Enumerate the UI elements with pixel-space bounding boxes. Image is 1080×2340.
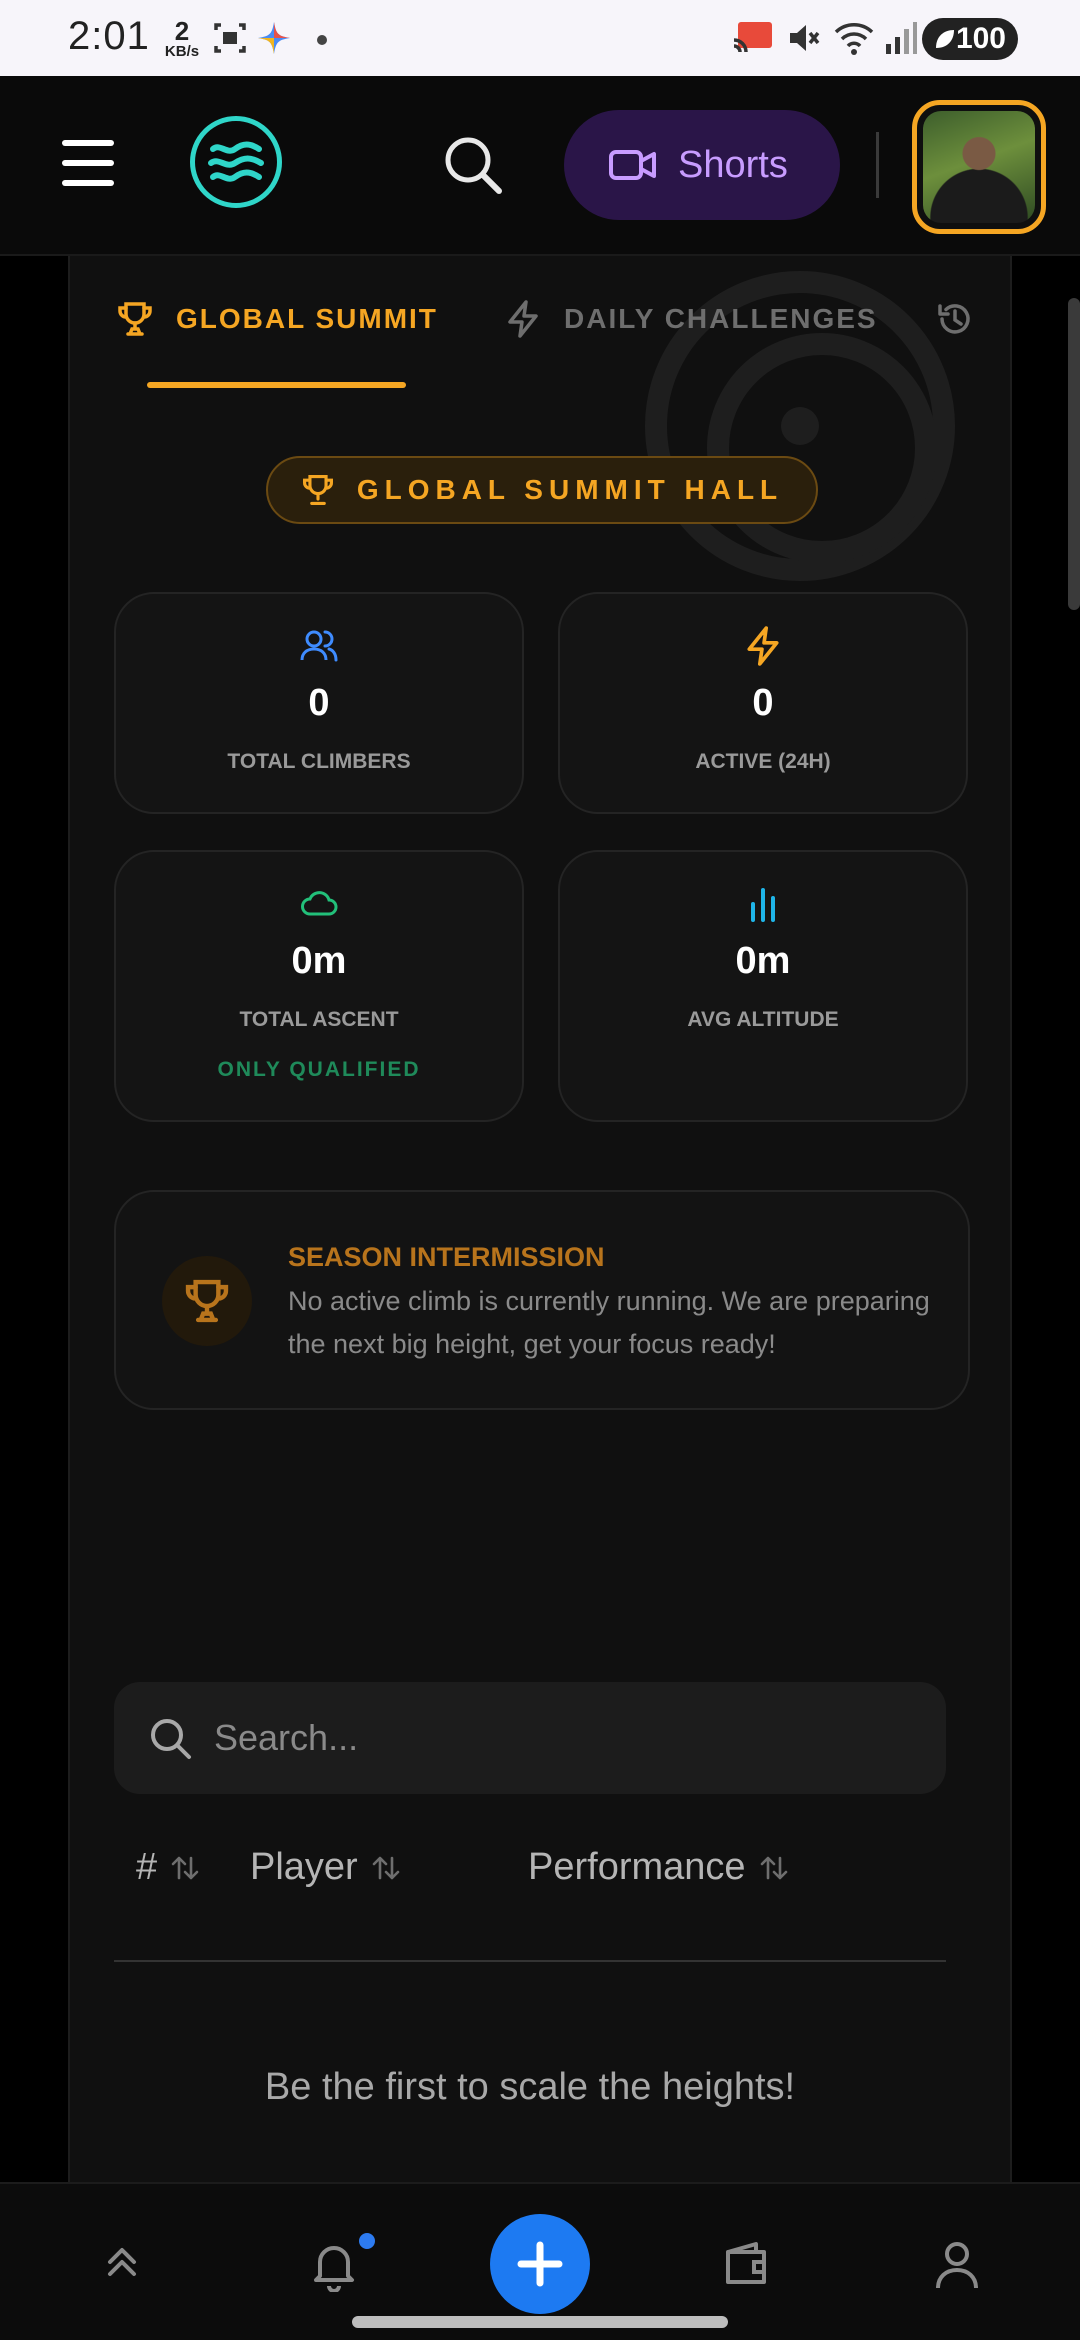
chevrons-up-icon[interactable]: [100, 2240, 144, 2284]
bell-icon[interactable]: [310, 2240, 358, 2292]
search-icon: [151, 1719, 191, 1759]
column-label: Performance: [528, 1846, 746, 1888]
users-icon: [300, 630, 338, 662]
trophy-icon: [185, 1279, 229, 1323]
network-speed: 2 KB/s: [160, 18, 204, 59]
tab-daily-challenges[interactable]: DAILY CHALLENGES: [504, 300, 878, 338]
history-icon[interactable]: [936, 300, 974, 338]
menu-icon[interactable]: [62, 140, 114, 186]
stat-value: 0: [752, 682, 774, 724]
sort-icon: [171, 1856, 199, 1879]
shorts-button[interactable]: Shorts: [564, 110, 840, 220]
season-title: SEASON INTERMISSION: [288, 1242, 605, 1272]
column-performance[interactable]: Performance: [528, 1846, 790, 1889]
video-icon: [609, 150, 656, 180]
stat-label: TOTAL ASCENT: [239, 1008, 399, 1031]
bar-chart-icon: [751, 888, 775, 922]
column-rank[interactable]: #: [136, 1846, 201, 1889]
scrollbar[interactable]: [1068, 298, 1080, 610]
notification-dot: [356, 2230, 378, 2252]
header-divider: [876, 132, 879, 198]
column-label: Player: [250, 1846, 358, 1888]
season-message: No active climb is currently running. We…: [288, 1286, 930, 1359]
cast-icon: [733, 22, 772, 53]
tab-global-summit[interactable]: GLOBAL SUMMIT: [116, 300, 438, 338]
cloud-icon: [301, 891, 338, 916]
trophy-icon: [118, 302, 152, 336]
shorts-label: Shorts: [678, 143, 788, 186]
stat-total-ascent: 0m TOTAL ASCENT ONLY QUALIFIED: [114, 850, 524, 1122]
stat-note: ONLY QUALIFIED: [217, 1058, 421, 1081]
table-header-divider: [114, 1960, 946, 1962]
trophy-icon: [302, 475, 333, 505]
leaderboard-search[interactable]: [114, 1682, 946, 1794]
tab-label: GLOBAL SUMMIT: [176, 303, 438, 334]
lightning-icon: [508, 300, 538, 338]
stat-active-24h: 0 ACTIVE (24H): [558, 592, 968, 814]
network-speed-value: 2: [174, 16, 190, 46]
network-speed-unit: KB/s: [164, 43, 200, 60]
sort-icon: [372, 1856, 400, 1879]
status-time: 2:01: [68, 14, 150, 58]
active-tab-indicator: [147, 382, 406, 388]
mute-icon: [790, 25, 820, 51]
create-button[interactable]: [490, 2214, 590, 2314]
screen-record-icon: [214, 23, 246, 53]
stat-value: 0: [308, 682, 330, 724]
column-player[interactable]: Player: [250, 1846, 402, 1889]
hall-badge-label: GLOBAL SUMMIT HALL: [356, 474, 784, 505]
stat-label: AVG ALTITUDE: [687, 1008, 839, 1031]
stat-value: 0m: [291, 940, 347, 982]
lightning-icon: [747, 626, 779, 666]
stat-total-climbers: 0 TOTAL CLIMBERS: [114, 592, 524, 814]
avatar-image: [923, 111, 1035, 223]
status-bar: 2:01 2 KB/s 100: [0, 0, 1080, 76]
sort-icon: [760, 1856, 787, 1879]
dot-icon: [317, 35, 327, 45]
leaderboard-panel: GLOBAL SUMMIT DAILY CHALLENGES GLOBAL SU…: [68, 256, 1012, 2182]
user-icon[interactable]: [934, 2240, 980, 2290]
hall-badge: GLOBAL SUMMIT HALL: [266, 456, 818, 524]
search-input[interactable]: [214, 1717, 834, 1759]
stat-label: TOTAL CLIMBERS: [227, 750, 411, 773]
sparkle-icon: [258, 22, 290, 54]
bottom-nav: [0, 2182, 1080, 2340]
wallet-icon[interactable]: [722, 2240, 772, 2288]
stat-label: ACTIVE (24H): [695, 750, 831, 773]
tab-label: DAILY CHALLENGES: [564, 303, 878, 334]
wifi-icon: [834, 23, 874, 55]
battery-saver-icon: [936, 30, 954, 48]
stat-avg-altitude: 0m AVG ALTITUDE: [558, 850, 968, 1122]
signal-icon: [886, 22, 917, 54]
column-label: #: [136, 1846, 158, 1888]
search-icon[interactable]: [442, 134, 504, 196]
stat-value: 0m: [735, 940, 791, 982]
waves-icon: [208, 141, 264, 182]
season-intermission-card: SEASON INTERMISSION No active climb is c…: [114, 1190, 970, 1410]
plus-icon: [517, 2241, 563, 2287]
home-indicator[interactable]: [352, 2316, 728, 2328]
battery-indicator: 100: [922, 18, 1018, 60]
app-logo[interactable]: [190, 116, 282, 208]
season-icon-container: [162, 1256, 252, 1346]
avatar[interactable]: [912, 100, 1046, 234]
battery-level: 100: [955, 22, 1006, 55]
empty-leaderboard-message: Be the first to scale the heights!: [264, 2066, 796, 2108]
app-bar: Shorts: [0, 76, 1080, 256]
